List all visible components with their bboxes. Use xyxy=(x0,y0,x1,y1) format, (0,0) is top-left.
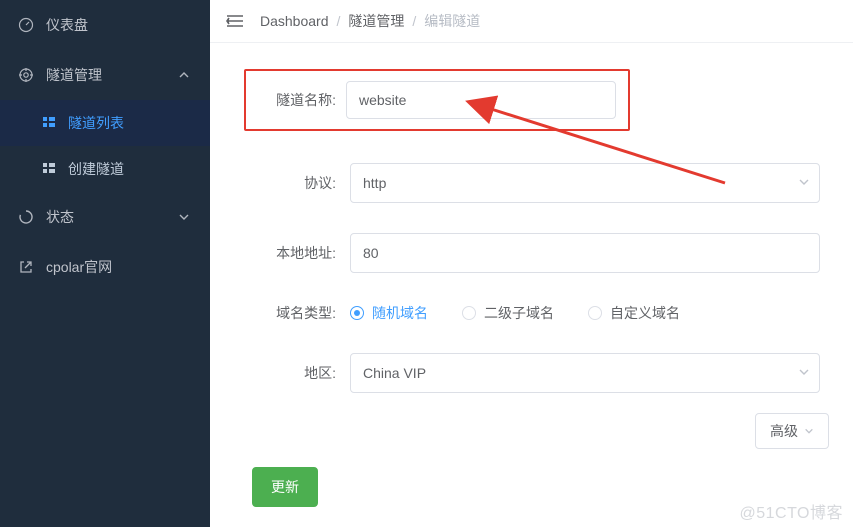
local-address-input[interactable] xyxy=(350,233,820,273)
external-link-icon xyxy=(18,259,34,275)
radio-label: 二级子域名 xyxy=(484,303,554,323)
sidebar: 仪表盘 隧道管理 隧道列表 创建隧道 xyxy=(0,0,210,527)
sidebar-item-label: cpolar官网 xyxy=(46,257,112,277)
main-area: Dashboard / 隧道管理 / 编辑隧道 隧道名称: 协议: xyxy=(210,0,853,527)
sidebar-item-label: 隧道列表 xyxy=(68,113,124,133)
app-root: 仪表盘 隧道管理 隧道列表 创建隧道 xyxy=(0,0,853,527)
label-tunnel-name: 隧道名称: xyxy=(258,90,346,110)
row-advanced: 高级 xyxy=(230,413,829,449)
radio-dot-icon xyxy=(462,306,476,320)
menu-collapse-icon[interactable] xyxy=(226,14,244,28)
label-domain-type: 域名类型: xyxy=(230,303,350,323)
sidebar-item-cpolar-site[interactable]: cpolar官网 xyxy=(0,242,210,292)
row-protocol: 协议: xyxy=(230,163,833,203)
protocol-select[interactable] xyxy=(350,163,820,203)
label-local-address: 本地地址: xyxy=(230,243,350,263)
sidebar-item-tunnel-create[interactable]: 创建隧道 xyxy=(0,146,210,192)
gauge-icon xyxy=(18,17,34,33)
chevron-down-icon xyxy=(804,423,814,439)
sidebar-item-label: 创建隧道 xyxy=(68,159,124,179)
row-submit: 更新 xyxy=(230,467,833,507)
crumb-dashboard[interactable]: Dashboard xyxy=(260,13,329,29)
sidebar-item-label: 状态 xyxy=(46,207,74,227)
tunnel-name-input[interactable] xyxy=(346,81,616,119)
grid-icon xyxy=(42,162,56,176)
row-local-address: 本地地址: xyxy=(230,233,833,273)
radio-custom-domain[interactable]: 自定义域名 xyxy=(588,303,680,323)
sidebar-item-tunnel-manage[interactable]: 隧道管理 xyxy=(0,50,210,100)
chevron-down-icon xyxy=(176,209,192,225)
crumb-sep: / xyxy=(337,13,341,29)
radio-random-domain[interactable]: 随机域名 xyxy=(350,303,428,323)
region-select[interactable] xyxy=(350,353,820,393)
topbar: Dashboard / 隧道管理 / 编辑隧道 xyxy=(210,0,853,43)
highlight-tunnel-name: 隧道名称: xyxy=(244,69,630,131)
row-domain-type: 域名类型: 随机域名 二级子域名 自定义域名 xyxy=(230,303,833,323)
breadcrumb: Dashboard / 隧道管理 / 编辑隧道 xyxy=(260,11,480,31)
sidebar-item-tunnel-list[interactable]: 隧道列表 xyxy=(0,100,210,146)
label-region: 地区: xyxy=(230,363,350,383)
target-icon xyxy=(18,67,34,83)
advanced-button[interactable]: 高级 xyxy=(755,413,829,449)
sidebar-item-dashboard[interactable]: 仪表盘 xyxy=(0,0,210,50)
form-content: 隧道名称: 协议: 本地地址: xyxy=(210,43,853,527)
chevron-up-icon xyxy=(176,67,192,83)
crumb-edit-tunnel: 编辑隧道 xyxy=(424,11,480,31)
radio-dot-icon xyxy=(350,306,364,320)
sidebar-item-label: 仪表盘 xyxy=(46,15,88,35)
radio-label: 自定义域名 xyxy=(610,303,680,323)
radio-label: 随机域名 xyxy=(372,303,428,323)
label-protocol: 协议: xyxy=(230,173,350,193)
radio-subdomain[interactable]: 二级子域名 xyxy=(462,303,554,323)
crumb-sep: / xyxy=(412,13,416,29)
update-button[interactable]: 更新 xyxy=(252,467,318,507)
update-label: 更新 xyxy=(271,477,299,497)
sidebar-item-status[interactable]: 状态 xyxy=(0,192,210,242)
crumb-tunnel-manage[interactable]: 隧道管理 xyxy=(348,11,404,31)
row-region: 地区: xyxy=(230,353,833,393)
sidebar-item-label: 隧道管理 xyxy=(46,65,102,85)
spinner-icon xyxy=(18,209,34,225)
radio-dot-icon xyxy=(588,306,602,320)
advanced-label: 高级 xyxy=(770,421,798,441)
grid-icon xyxy=(42,116,56,130)
